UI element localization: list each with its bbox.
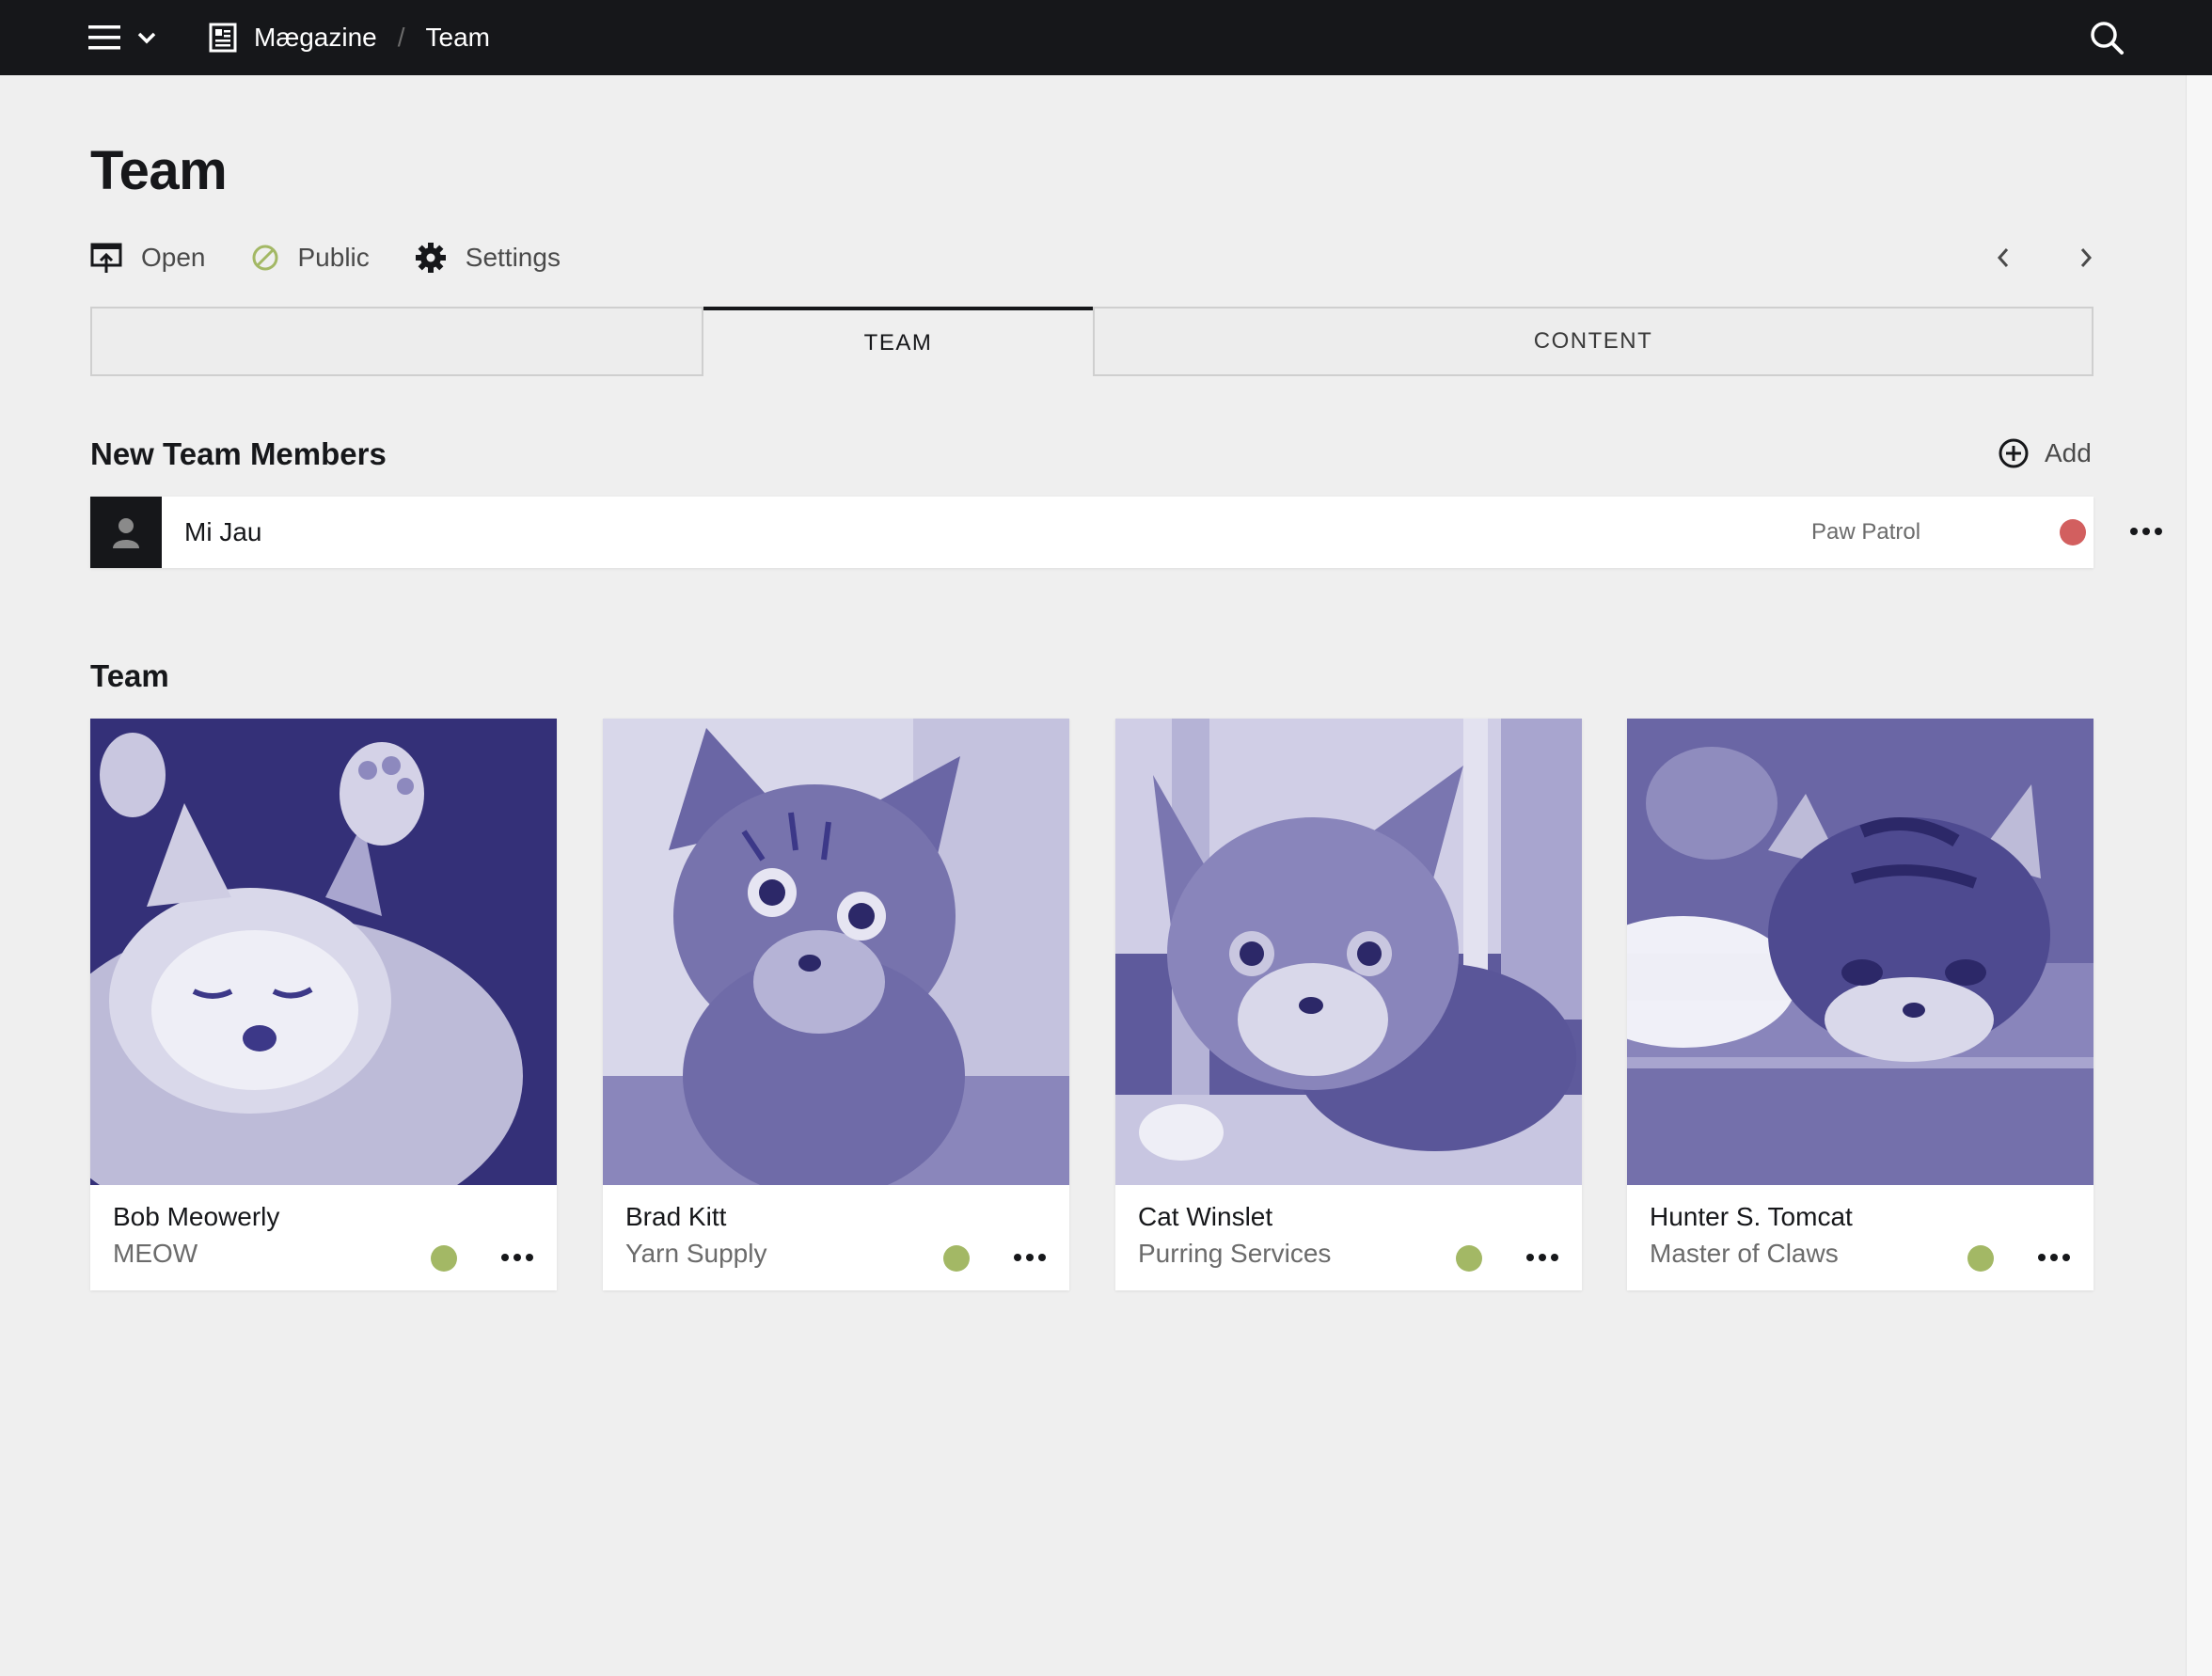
- member-role: Purring Services: [1138, 1239, 1332, 1268]
- add-member-button[interactable]: Add: [1998, 433, 2092, 474]
- more-options-button[interactable]: [2129, 517, 2163, 545]
- member-name: Mi Jau: [184, 517, 262, 546]
- search-button[interactable]: [2088, 19, 2125, 56]
- ellipsis-icon: [2038, 1254, 2070, 1261]
- breadcrumb-separator: /: [397, 23, 405, 52]
- more-options-button[interactable]: [2037, 1243, 2071, 1272]
- breadcrumb-site[interactable]: Mægazine: [254, 23, 377, 53]
- tab-content[interactable]: CONTENT: [1093, 307, 2094, 376]
- status-dot: [2060, 519, 2086, 545]
- team-card[interactable]: Cat Winslet Purring Services: [1115, 719, 1582, 1290]
- status-dot: [431, 1245, 457, 1272]
- open-label: Open: [141, 243, 206, 272]
- team-card[interactable]: Brad Kitt Yarn Supply: [603, 719, 1069, 1290]
- scrollbar[interactable]: [2186, 75, 2212, 1676]
- more-options-button[interactable]: [1525, 1243, 1559, 1272]
- pager: [1984, 237, 2105, 278]
- kitten-photo: [1627, 719, 2094, 1185]
- visibility-public-icon: [252, 245, 277, 271]
- menu-toggle[interactable]: [88, 19, 173, 56]
- new-members-heading: New Team Members: [90, 436, 387, 471]
- ellipsis-icon: [2130, 528, 2162, 535]
- list-item[interactable]: Mi Jau Paw Patrol: [90, 497, 2162, 568]
- status-dot: [1967, 1245, 1994, 1272]
- kitten-photo: [603, 719, 1069, 1185]
- member-role: Master of Claws: [1650, 1239, 1839, 1268]
- public-button[interactable]: Public: [251, 243, 370, 273]
- status-dot: [1456, 1245, 1482, 1272]
- newspaper-icon: [209, 23, 237, 53]
- member-name: Brad Kitt: [625, 1202, 727, 1231]
- kitten-photo: [1115, 719, 1582, 1185]
- ellipsis-icon: [501, 1254, 533, 1261]
- team-grid: Bob Meowerly MEOW Brad Kitt Yarn Supply: [90, 719, 2094, 1290]
- page-title: Team: [90, 140, 228, 201]
- member-name: Hunter S. Tomcat: [1650, 1202, 1853, 1231]
- tab-team[interactable]: TEAM: [703, 307, 1093, 376]
- add-label: Add: [2045, 438, 2092, 467]
- public-label: Public: [297, 243, 370, 272]
- kitten-photo: [90, 719, 557, 1185]
- member-name: Cat Winslet: [1138, 1202, 1273, 1231]
- chevron-right-icon: [2080, 248, 2093, 267]
- open-button[interactable]: Open: [90, 242, 206, 274]
- member-name: Bob Meowerly: [113, 1202, 280, 1231]
- more-options-button[interactable]: [1013, 1243, 1047, 1272]
- top-bar: Mægazine / Team: [0, 0, 2212, 75]
- status-dot: [943, 1245, 970, 1272]
- user-icon: [113, 518, 139, 548]
- hamburger-icon: [88, 25, 120, 50]
- member-role: Yarn Supply: [625, 1239, 767, 1268]
- ellipsis-icon: [1526, 1254, 1558, 1261]
- avatar: [90, 497, 162, 568]
- member-role: MEOW: [113, 1239, 198, 1268]
- tab-empty[interactable]: [90, 307, 703, 376]
- previous-button[interactable]: [1984, 237, 2022, 278]
- chevron-down-icon: [137, 32, 156, 44]
- more-options-button[interactable]: [500, 1243, 534, 1272]
- team-card[interactable]: Bob Meowerly MEOW: [90, 719, 557, 1290]
- open-external-icon: [90, 243, 122, 273]
- member-role: Paw Patrol: [1811, 519, 1921, 545]
- breadcrumb-current[interactable]: Team: [426, 23, 490, 53]
- search-icon: [2091, 22, 2124, 55]
- settings-button[interactable]: Settings: [415, 242, 561, 274]
- gear-icon: [415, 243, 446, 273]
- chevron-left-icon: [1997, 248, 2009, 267]
- next-button[interactable]: [2067, 237, 2105, 278]
- settings-label: Settings: [465, 243, 561, 272]
- plus-circle-icon: [1999, 438, 2029, 468]
- breadcrumb: Mægazine / Team: [209, 0, 490, 75]
- team-card[interactable]: Hunter S. Tomcat Master of Claws: [1627, 719, 2094, 1290]
- team-heading: Team: [90, 658, 169, 693]
- view-actions: Open Public Settings: [90, 237, 606, 278]
- ellipsis-icon: [1014, 1254, 1046, 1261]
- tab-bar: TEAM CONTENT: [90, 307, 2094, 376]
